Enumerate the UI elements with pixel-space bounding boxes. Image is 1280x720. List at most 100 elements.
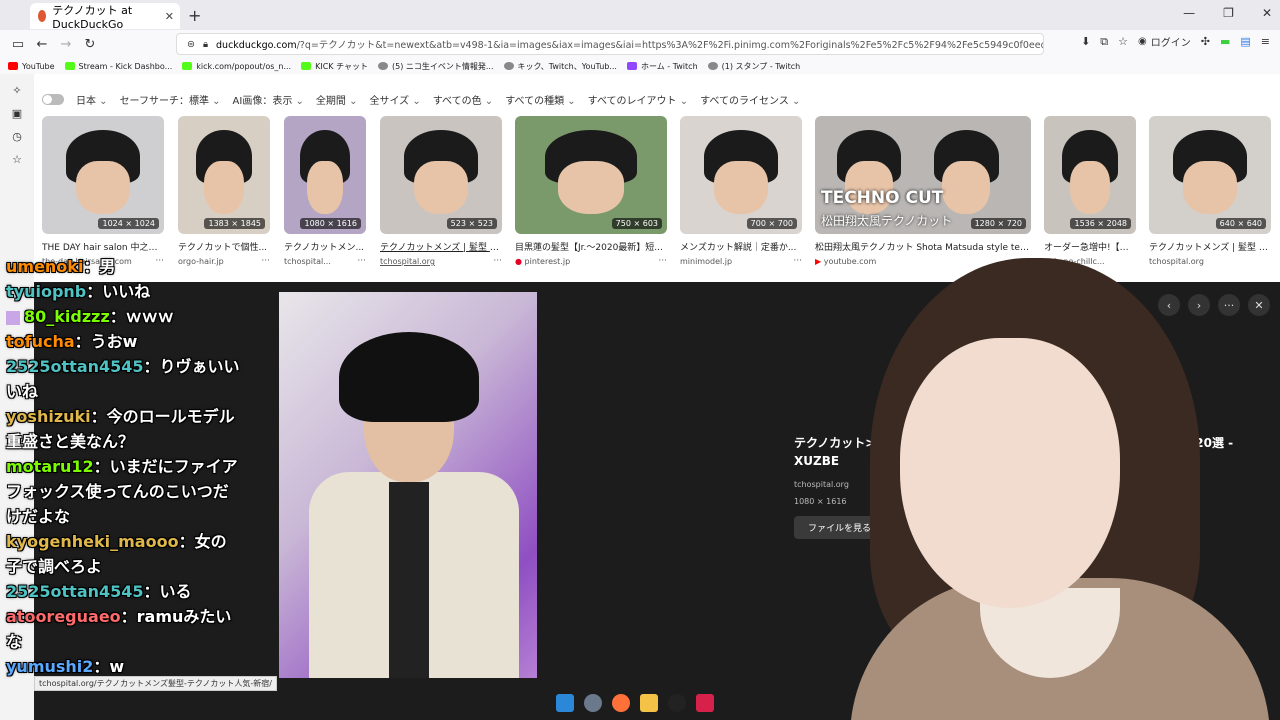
windows-start-icon[interactable]	[556, 694, 574, 712]
extension-green-icon[interactable]: ▬	[1220, 35, 1230, 48]
image-title[interactable]: テクノカットメンズ | 髪型 テ...	[380, 240, 502, 253]
history-icon[interactable]: ◷	[0, 130, 34, 143]
kick-icon	[64, 62, 75, 70]
bookmark-item[interactable]: キック、Twitch、YouTub...	[503, 61, 617, 72]
chat-username: umenoki	[6, 257, 84, 276]
image-result[interactable]: 700 × 700 メンズカット解説｜定番か... minimodel.jp ·…	[680, 116, 802, 266]
bookmark-item[interactable]: (1) スタンプ - Twitch	[707, 61, 800, 72]
image-thumbnail[interactable]: 640 × 640	[1149, 116, 1271, 234]
new-tab-button[interactable]: +	[188, 6, 201, 25]
image-source[interactable]: tchospital...	[284, 257, 366, 266]
image-thumbnail[interactable]: 1536 × 2048	[1044, 116, 1136, 234]
bookmark-star-icon[interactable]: ☆	[1118, 35, 1128, 48]
address-bar[interactable]: ⊜ 🔒︎ duckduckgo.com/?q=テクノカット&t=newext&a…	[176, 33, 1044, 55]
globe-icon	[378, 62, 388, 70]
menu-icon[interactable]: ≡	[1261, 35, 1270, 48]
safesearch-filter[interactable]: セーフサーチ：標準	[120, 92, 221, 107]
image-source[interactable]: ● pinterest.jp	[515, 257, 667, 266]
chat-text: ：男	[83, 257, 116, 276]
restore-icon[interactable]: ❐	[1223, 6, 1234, 20]
license-filter[interactable]: すべてのライセンス	[700, 92, 800, 107]
tab-duckduckgo[interactable]: テクノカット at DuckDuckGo ✕	[30, 3, 180, 31]
image-title[interactable]: 目黒蓮の髪型【Jr.〜2020最新】短...	[515, 240, 667, 253]
pinterest-icon: ●	[515, 257, 522, 266]
image-result[interactable]: 1080 × 1616 テクノカットメン... tchospital... ··…	[284, 116, 366, 266]
image-thumbnail[interactable]: 1383 × 1845	[178, 116, 270, 234]
image-result[interactable]: 523 × 523 テクノカットメンズ | 髪型 テ... tchospital…	[380, 116, 502, 266]
chat-username: yumushi2	[6, 657, 94, 676]
close-tab-icon[interactable]: ✕	[165, 10, 174, 23]
twitch-icon	[626, 62, 637, 70]
bookmark-item[interactable]: KICK チャット	[301, 61, 368, 72]
image-result[interactable]: 1536 × 2048 オーダー急増中!【テ... nakano-chillc.…	[1044, 116, 1136, 266]
region-toggle[interactable]	[42, 94, 64, 105]
taskbar	[556, 694, 714, 712]
close-window-icon[interactable]: ✕	[1262, 6, 1272, 20]
youtube-icon: ▶	[815, 257, 822, 266]
image-thumbnail[interactable]: 1024 × 1024	[42, 116, 164, 234]
bookmark-label: キック、Twitch、YouTub...	[517, 61, 617, 71]
more-options-icon[interactable]: ···	[793, 256, 802, 266]
ai-sparkle-icon[interactable]: ✧	[0, 84, 34, 97]
image-dims: 1383 × 1845	[204, 218, 265, 229]
image-thumbnail[interactable]: 700 × 700	[680, 116, 802, 234]
period-filter[interactable]: 全期間	[316, 92, 358, 107]
color-filter[interactable]: すべての色	[433, 92, 493, 107]
image-thumbnail[interactable]: 750 × 603	[515, 116, 667, 234]
size-filter[interactable]: 全サイズ	[369, 92, 420, 107]
avatar	[6, 310, 20, 325]
image-title[interactable]: メンズカット解説｜定番か...	[680, 240, 802, 253]
region-filter[interactable]: 日本	[76, 92, 108, 107]
youtube-icon	[8, 62, 18, 70]
reload-icon[interactable]: ↻	[78, 37, 102, 52]
image-result[interactable]: 1024 × 1024 THE DAY hair salon 中之島 美... …	[42, 116, 164, 266]
app-icon[interactable]	[696, 694, 714, 712]
image-dims: 1080 × 1616	[300, 218, 361, 229]
back-icon[interactable]: ←	[30, 37, 54, 52]
ai-images-filter[interactable]: AI画像：表示	[233, 92, 304, 107]
folder-icon[interactable]	[640, 694, 658, 712]
minimize-icon[interactable]: —	[1183, 6, 1195, 20]
image-title[interactable]: テクノカットメン...	[284, 240, 366, 253]
bookmark-label: Stream - Kick Dashbo...	[78, 61, 173, 71]
image-title[interactable]: THE DAY hair salon 中之島 美...	[42, 240, 164, 253]
firefox-icon[interactable]	[612, 694, 630, 712]
image-title[interactable]: テクノカットで個性...	[178, 240, 270, 253]
type-filter[interactable]: すべての種類	[505, 92, 575, 107]
extensions-icon[interactable]: ✣	[1201, 35, 1210, 48]
image-result[interactable]: TECHNO CUT 松田翔太風テクノカット 1280 × 720 松田翔太風テ…	[815, 116, 1031, 266]
image-thumbnail[interactable]: 523 × 523	[380, 116, 502, 234]
bookmark-item[interactable]: ホーム - Twitch	[626, 61, 698, 72]
bookmark-label: (5) ニコ生イベント情報発...	[392, 61, 494, 71]
obs-icon[interactable]	[668, 694, 686, 712]
more-options-icon[interactable]: ···	[357, 256, 366, 266]
bookmarks-icon[interactable]: ☆	[0, 153, 34, 166]
sidebar-toggle-icon[interactable]: ▭	[6, 37, 30, 52]
bookmark-item[interactable]: kick.com/popout/os_n...	[182, 62, 291, 71]
synced-tabs-icon[interactable]: ▣	[0, 107, 34, 120]
more-options-icon[interactable]: ···	[261, 256, 270, 266]
extension-blue-icon[interactable]: ▤	[1240, 35, 1250, 48]
image-thumbnail[interactable]: TECHNO CUT 松田翔太風テクノカット 1280 × 720	[815, 116, 1031, 234]
layout-filter[interactable]: すべてのレイアウト	[588, 92, 688, 107]
save-page-icon[interactable]: ⬇	[1081, 35, 1090, 48]
image-result[interactable]: 1383 × 1845 テクノカットで個性... orgo-hair.jp ··…	[178, 116, 270, 266]
translate-icon[interactable]: ⧉	[1100, 35, 1108, 49]
site-info-icon[interactable]: ⊜	[187, 39, 195, 50]
forward-icon[interactable]: →	[54, 37, 78, 52]
image-thumbnail[interactable]: 1080 × 1616	[284, 116, 366, 234]
chat-text: ：いいね	[86, 282, 151, 301]
login-button[interactable]: ◉ ログイン	[1138, 34, 1191, 49]
bookmark-item[interactable]: (5) ニコ生イベント情報発...	[378, 61, 494, 72]
bookmark-item[interactable]: YouTube	[8, 62, 55, 71]
image-source[interactable]: tchospital.org	[380, 257, 502, 266]
chat-message: yumushi2：w	[0, 654, 240, 679]
image-result[interactable]: 640 × 640 テクノカットメンズ | 髪型 テ... tchospital…	[1149, 116, 1271, 266]
more-options-icon[interactable]: ···	[493, 256, 502, 266]
more-options-icon[interactable]: ···	[658, 256, 667, 266]
image-result[interactable]: 750 × 603 目黒蓮の髪型【Jr.〜2020最新】短... ● pinte…	[515, 116, 667, 266]
bookmark-item[interactable]: Stream - Kick Dashbo...	[64, 61, 173, 71]
image-source[interactable]: minimodel.jp	[680, 257, 802, 266]
detail-image[interactable]	[279, 292, 537, 678]
settings-icon[interactable]	[584, 694, 602, 712]
